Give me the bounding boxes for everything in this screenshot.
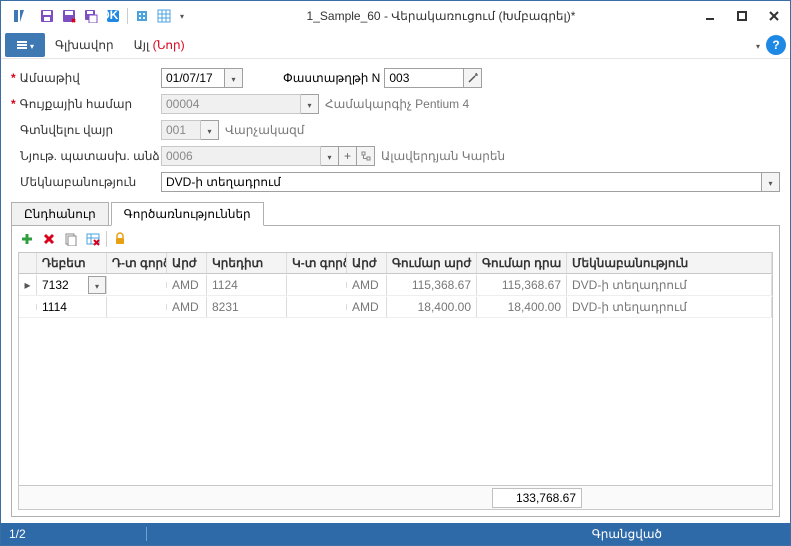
operations-grid[interactable]: Դեբետ Դ-տ գործ Արժ Կրեդիտ Կ-տ գործ Արժ Գ…	[18, 252, 773, 510]
asset-label: *Գույքային համար	[11, 97, 161, 111]
row-marker-icon: ▸	[19, 275, 37, 295]
col-dt[interactable]: Դ-տ գործ	[107, 253, 167, 273]
grid-header: Դեբետ Դ-տ գործ Արժ Կրեդիտ Կ-տ գործ Արժ Գ…	[19, 253, 772, 274]
col-sum2[interactable]: Գումար դրա	[477, 253, 567, 273]
asset-input[interactable]: 00004	[161, 94, 301, 114]
col-kredit[interactable]: Կրեդիտ	[207, 253, 287, 273]
asset-dropdown-icon[interactable]	[301, 94, 319, 114]
cell-dropdown-icon[interactable]	[88, 276, 106, 294]
col-debet[interactable]: Դեբետ	[37, 253, 107, 273]
titlebar: OK? 1_Sample_60 - Վերակառուցում (Խմբագրե…	[1, 1, 790, 31]
docnum-label: Փաստաթղթի N	[283, 71, 380, 85]
col-comment[interactable]: Մեկնաբանություն	[567, 253, 772, 273]
grid-total: 133,768.67	[492, 488, 582, 508]
quick-access-toolbar: OK?	[37, 6, 188, 26]
date-label: *Ամսաթիվ	[11, 71, 161, 85]
comment-label: Մեկնաբանություն	[11, 175, 161, 189]
grid-body: ▸ 7132 AMD 1124 AMD 115,368.67 115,368.6…	[19, 274, 772, 485]
location-description: Վարչակազմ	[225, 123, 304, 137]
tabstrip: Ընդհանուր Գործառնություններ	[11, 201, 780, 226]
comment-dropdown-icon[interactable]	[762, 172, 780, 192]
docnum-wand-icon[interactable]	[464, 68, 482, 88]
app-window: OK? 1_Sample_60 - Վերակառուցում (Խմբագրե…	[0, 0, 791, 546]
docnum-input[interactable]: 003	[384, 68, 464, 88]
ribbon-tab-selector[interactable]	[5, 33, 45, 57]
comment-input[interactable]: DVD-ի տեղադրում	[161, 172, 762, 192]
responsible-dropdown-icon[interactable]	[321, 146, 339, 166]
col-arj1[interactable]: Արժ	[167, 253, 207, 273]
form-area: *Ամսաթիվ 01/07/17 Փաստաթղթի N 003 *Գույք…	[1, 59, 790, 197]
statusbar: 1/2 Գրանցված	[1, 523, 790, 545]
location-dropdown-icon[interactable]	[201, 120, 219, 140]
location-label: Գտնվելու վայր	[11, 123, 161, 137]
minimize-button[interactable]	[694, 2, 726, 30]
collapse-ribbon-icon[interactable]	[756, 38, 760, 52]
date-dropdown-icon[interactable]	[225, 68, 243, 88]
menubar: Գլխավոր Այլ (Նոր) ?	[1, 31, 790, 59]
save-new-icon[interactable]	[81, 6, 101, 26]
menu-other[interactable]: Այլ (Նոր)	[124, 34, 195, 56]
responsible-label: Նյութ. պատասխ. անձ	[11, 149, 161, 163]
svg-text:OK?: OK?	[106, 9, 120, 22]
grid-action-icon[interactable]	[154, 6, 174, 26]
window-title: 1_Sample_60 - Վերակառուցում (Խմբագրել)*	[188, 9, 694, 23]
grid-footer: 133,768.67	[19, 485, 772, 509]
add-row-icon[interactable]	[18, 230, 36, 248]
date-input[interactable]: 01/07/17	[161, 68, 225, 88]
asset-description: Համակարգիչ Pentium 4	[325, 97, 469, 111]
responsible-description: Ալավերդյան Կարեն	[381, 149, 505, 163]
status-state: Գրանցված	[267, 527, 782, 541]
more-qat-icon[interactable]	[176, 6, 188, 26]
responsible-input[interactable]: 0006	[161, 146, 321, 166]
grid-toolbar	[12, 226, 779, 252]
responsible-tree-icon[interactable]	[357, 146, 375, 166]
close-button[interactable]	[758, 2, 790, 30]
responsible-add-icon[interactable]: +	[339, 146, 357, 166]
operations-panel: Դեբետ Դ-տ գործ Արժ Կրեդիտ Կ-տ գործ Արժ Գ…	[11, 226, 780, 517]
save-icon[interactable]	[37, 6, 57, 26]
help-icon[interactable]: ?	[766, 35, 786, 55]
tab-general[interactable]: Ընդհանուր	[11, 202, 109, 226]
memorial-action-icon[interactable]	[132, 6, 152, 26]
maximize-button[interactable]	[726, 2, 758, 30]
lock-icon[interactable]	[111, 230, 129, 248]
tab-operations[interactable]: Գործառնություններ	[111, 202, 264, 226]
col-arj2[interactable]: Արժ	[347, 253, 387, 273]
delete-row-icon[interactable]	[40, 230, 58, 248]
table-row[interactable]: 1114 AMD 8231 AMD 18,400.00 18,400.00 DV…	[19, 296, 772, 318]
copy-row-icon[interactable]	[62, 230, 80, 248]
location-input[interactable]: 001	[161, 120, 201, 140]
col-sum1[interactable]: Գումար արժ	[387, 253, 477, 273]
status-position: 1/2	[9, 527, 26, 541]
ok-action-icon[interactable]: OK?	[103, 6, 123, 26]
save-close-icon[interactable]	[59, 6, 79, 26]
col-kt[interactable]: Կ-տ գործ	[287, 253, 347, 273]
delete-all-icon[interactable]	[84, 230, 102, 248]
table-row[interactable]: ▸ 7132 AMD 1124 AMD 115,368.67 115,368.6…	[19, 274, 772, 296]
app-logo-icon	[7, 4, 31, 28]
menu-main[interactable]: Գլխավոր	[45, 34, 124, 56]
